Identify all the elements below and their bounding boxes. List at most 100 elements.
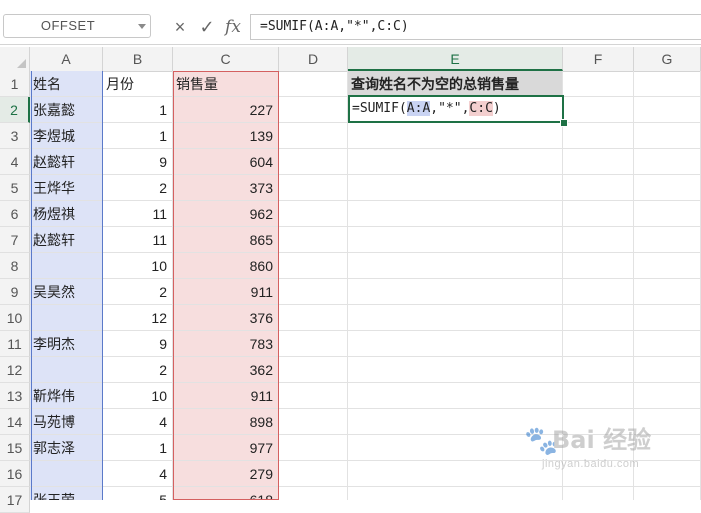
- cell-f11[interactable]: [563, 331, 634, 357]
- cell-d1[interactable]: [279, 71, 348, 97]
- cell-c12[interactable]: 362: [173, 357, 279, 383]
- cell-f15[interactable]: [563, 435, 634, 461]
- cell-c14[interactable]: 898: [173, 409, 279, 435]
- cell-d5[interactable]: [279, 175, 348, 201]
- cell-c15[interactable]: 977: [173, 435, 279, 461]
- cell-g1[interactable]: [634, 71, 701, 97]
- cell-f4[interactable]: [563, 149, 634, 175]
- cell-a6[interactable]: 杨煜祺: [30, 201, 103, 227]
- cell-d13[interactable]: [279, 383, 348, 409]
- cell-d8[interactable]: [279, 253, 348, 279]
- chevron-down-icon[interactable]: [138, 24, 146, 29]
- cell-d4[interactable]: [279, 149, 348, 175]
- cell-a9[interactable]: 吴昊然: [30, 279, 103, 305]
- cell-f14[interactable]: [563, 409, 634, 435]
- cell-e8[interactable]: [348, 253, 563, 279]
- cell-e4[interactable]: [348, 149, 563, 175]
- cell-b11[interactable]: 9: [103, 331, 173, 357]
- cell-d2[interactable]: [279, 97, 348, 123]
- cell-c16[interactable]: 279: [173, 461, 279, 487]
- cell-g11[interactable]: [634, 331, 701, 357]
- cell-g10[interactable]: [634, 305, 701, 331]
- cell-c9[interactable]: 911: [173, 279, 279, 305]
- row-header[interactable]: 17: [0, 487, 30, 513]
- cell-c13[interactable]: 911: [173, 383, 279, 409]
- cell-a7[interactable]: 赵懿轩: [30, 227, 103, 253]
- cell-g15[interactable]: [634, 435, 701, 461]
- cell-e11[interactable]: [348, 331, 563, 357]
- cell-d9[interactable]: [279, 279, 348, 305]
- cell-d11[interactable]: [279, 331, 348, 357]
- cell-a8[interactable]: [30, 253, 103, 279]
- cell-b1[interactable]: 月份: [103, 71, 173, 97]
- column-header-c[interactable]: C: [173, 47, 279, 71]
- cell-a14[interactable]: 马苑博: [30, 409, 103, 435]
- cell-g7[interactable]: [634, 227, 701, 253]
- cell-a13[interactable]: 靳烨伟: [30, 383, 103, 409]
- cell-f12[interactable]: [563, 357, 634, 383]
- cell-g13[interactable]: [634, 383, 701, 409]
- column-header-g[interactable]: G: [634, 47, 701, 71]
- row-header[interactable]: 3: [0, 123, 30, 149]
- cell-g14[interactable]: [634, 409, 701, 435]
- cell-f9[interactable]: [563, 279, 634, 305]
- cell-e7[interactable]: [348, 227, 563, 253]
- cell-c4[interactable]: 604: [173, 149, 279, 175]
- cell-e16[interactable]: [348, 461, 563, 487]
- row-header[interactable]: 5: [0, 175, 30, 201]
- cell-d14[interactable]: [279, 409, 348, 435]
- check-icon[interactable]: ✓: [197, 14, 217, 40]
- cell-e12[interactable]: [348, 357, 563, 383]
- cell-b7[interactable]: 11: [103, 227, 173, 253]
- cell-b2[interactable]: 1: [103, 97, 173, 123]
- cell-a12[interactable]: [30, 357, 103, 383]
- row-header[interactable]: 13: [0, 383, 30, 409]
- cell-g6[interactable]: [634, 201, 701, 227]
- cell-b17[interactable]: 5: [103, 487, 173, 500]
- row-header[interactable]: 8: [0, 253, 30, 279]
- row-header[interactable]: 15: [0, 435, 30, 461]
- cell-b10[interactable]: 12: [103, 305, 173, 331]
- row-header[interactable]: 9: [0, 279, 30, 305]
- cell-g3[interactable]: [634, 123, 701, 149]
- row-header[interactable]: 10: [0, 305, 30, 331]
- cancel-icon[interactable]: ×: [170, 14, 190, 40]
- cell-f1[interactable]: [563, 71, 634, 97]
- cell-c2[interactable]: 227: [173, 97, 279, 123]
- cell-d3[interactable]: [279, 123, 348, 149]
- cell-g2[interactable]: [634, 97, 701, 123]
- cell-c11[interactable]: 783: [173, 331, 279, 357]
- fx-icon[interactable]: fx: [222, 14, 244, 40]
- cell-c17[interactable]: 618: [173, 487, 279, 500]
- cell-b15[interactable]: 1: [103, 435, 173, 461]
- cell-b16[interactable]: 4: [103, 461, 173, 487]
- cell-g4[interactable]: [634, 149, 701, 175]
- name-box[interactable]: OFFSET: [3, 14, 151, 38]
- formula-input[interactable]: =SUMIF(A:A,"*",C:C): [250, 14, 701, 40]
- cell-c5[interactable]: 373: [173, 175, 279, 201]
- cell-e13[interactable]: [348, 383, 563, 409]
- row-header[interactable]: 16: [0, 461, 30, 487]
- cell-b6[interactable]: 11: [103, 201, 173, 227]
- cell-d17[interactable]: [279, 487, 348, 500]
- cell-e5[interactable]: [348, 175, 563, 201]
- row-header[interactable]: 4: [0, 149, 30, 175]
- fill-handle[interactable]: [560, 119, 568, 127]
- cell-a2[interactable]: 张嘉懿: [30, 97, 103, 123]
- cell-b8[interactable]: 10: [103, 253, 173, 279]
- cell-g16[interactable]: [634, 461, 701, 487]
- cell-a5[interactable]: 王烨华: [30, 175, 103, 201]
- cell-f3[interactable]: [563, 123, 634, 149]
- cell-f17[interactable]: [563, 487, 634, 500]
- cell-f10[interactable]: [563, 305, 634, 331]
- column-header-a[interactable]: A: [30, 47, 103, 71]
- cell-b9[interactable]: 2: [103, 279, 173, 305]
- select-all-corner[interactable]: [0, 47, 30, 71]
- cell-d10[interactable]: [279, 305, 348, 331]
- cell-a17[interactable]: 张王荣: [30, 487, 103, 500]
- column-header-d[interactable]: D: [279, 47, 348, 71]
- row-header[interactable]: 14: [0, 409, 30, 435]
- cell-g5[interactable]: [634, 175, 701, 201]
- row-header[interactable]: 6: [0, 201, 30, 227]
- cell-b13[interactable]: 10: [103, 383, 173, 409]
